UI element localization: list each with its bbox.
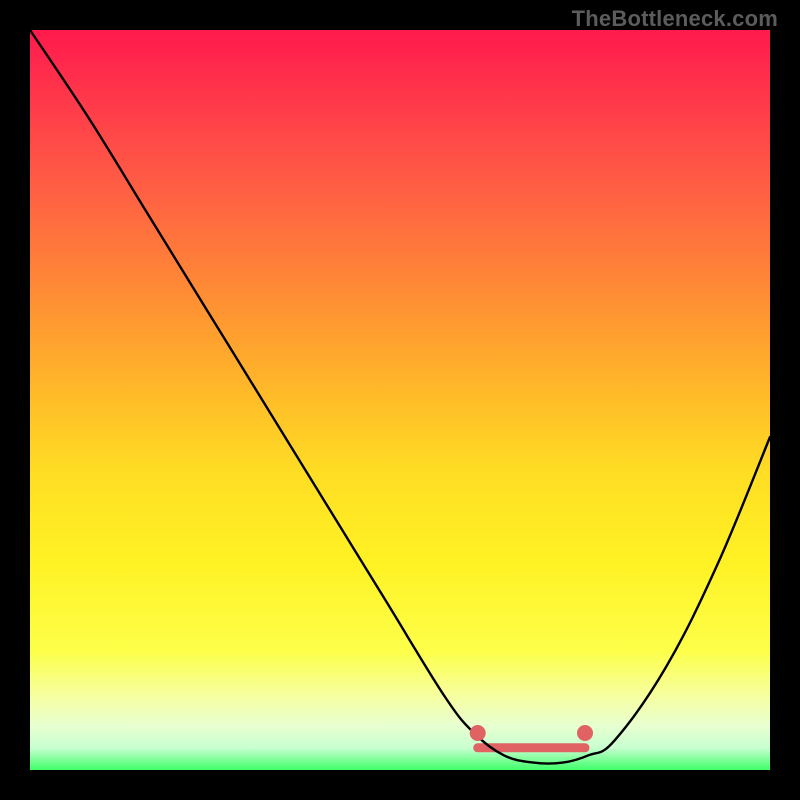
curve-layer bbox=[30, 30, 770, 770]
bottleneck-curve bbox=[30, 30, 770, 764]
trough-end bbox=[577, 725, 593, 741]
chart-frame: TheBottleneck.com bbox=[0, 0, 800, 800]
watermark-text: TheBottleneck.com bbox=[572, 6, 778, 32]
trough-markers-group bbox=[470, 725, 593, 741]
trough-start bbox=[470, 725, 486, 741]
bottleneck-curve-group bbox=[30, 30, 770, 764]
plot-area bbox=[30, 30, 770, 770]
